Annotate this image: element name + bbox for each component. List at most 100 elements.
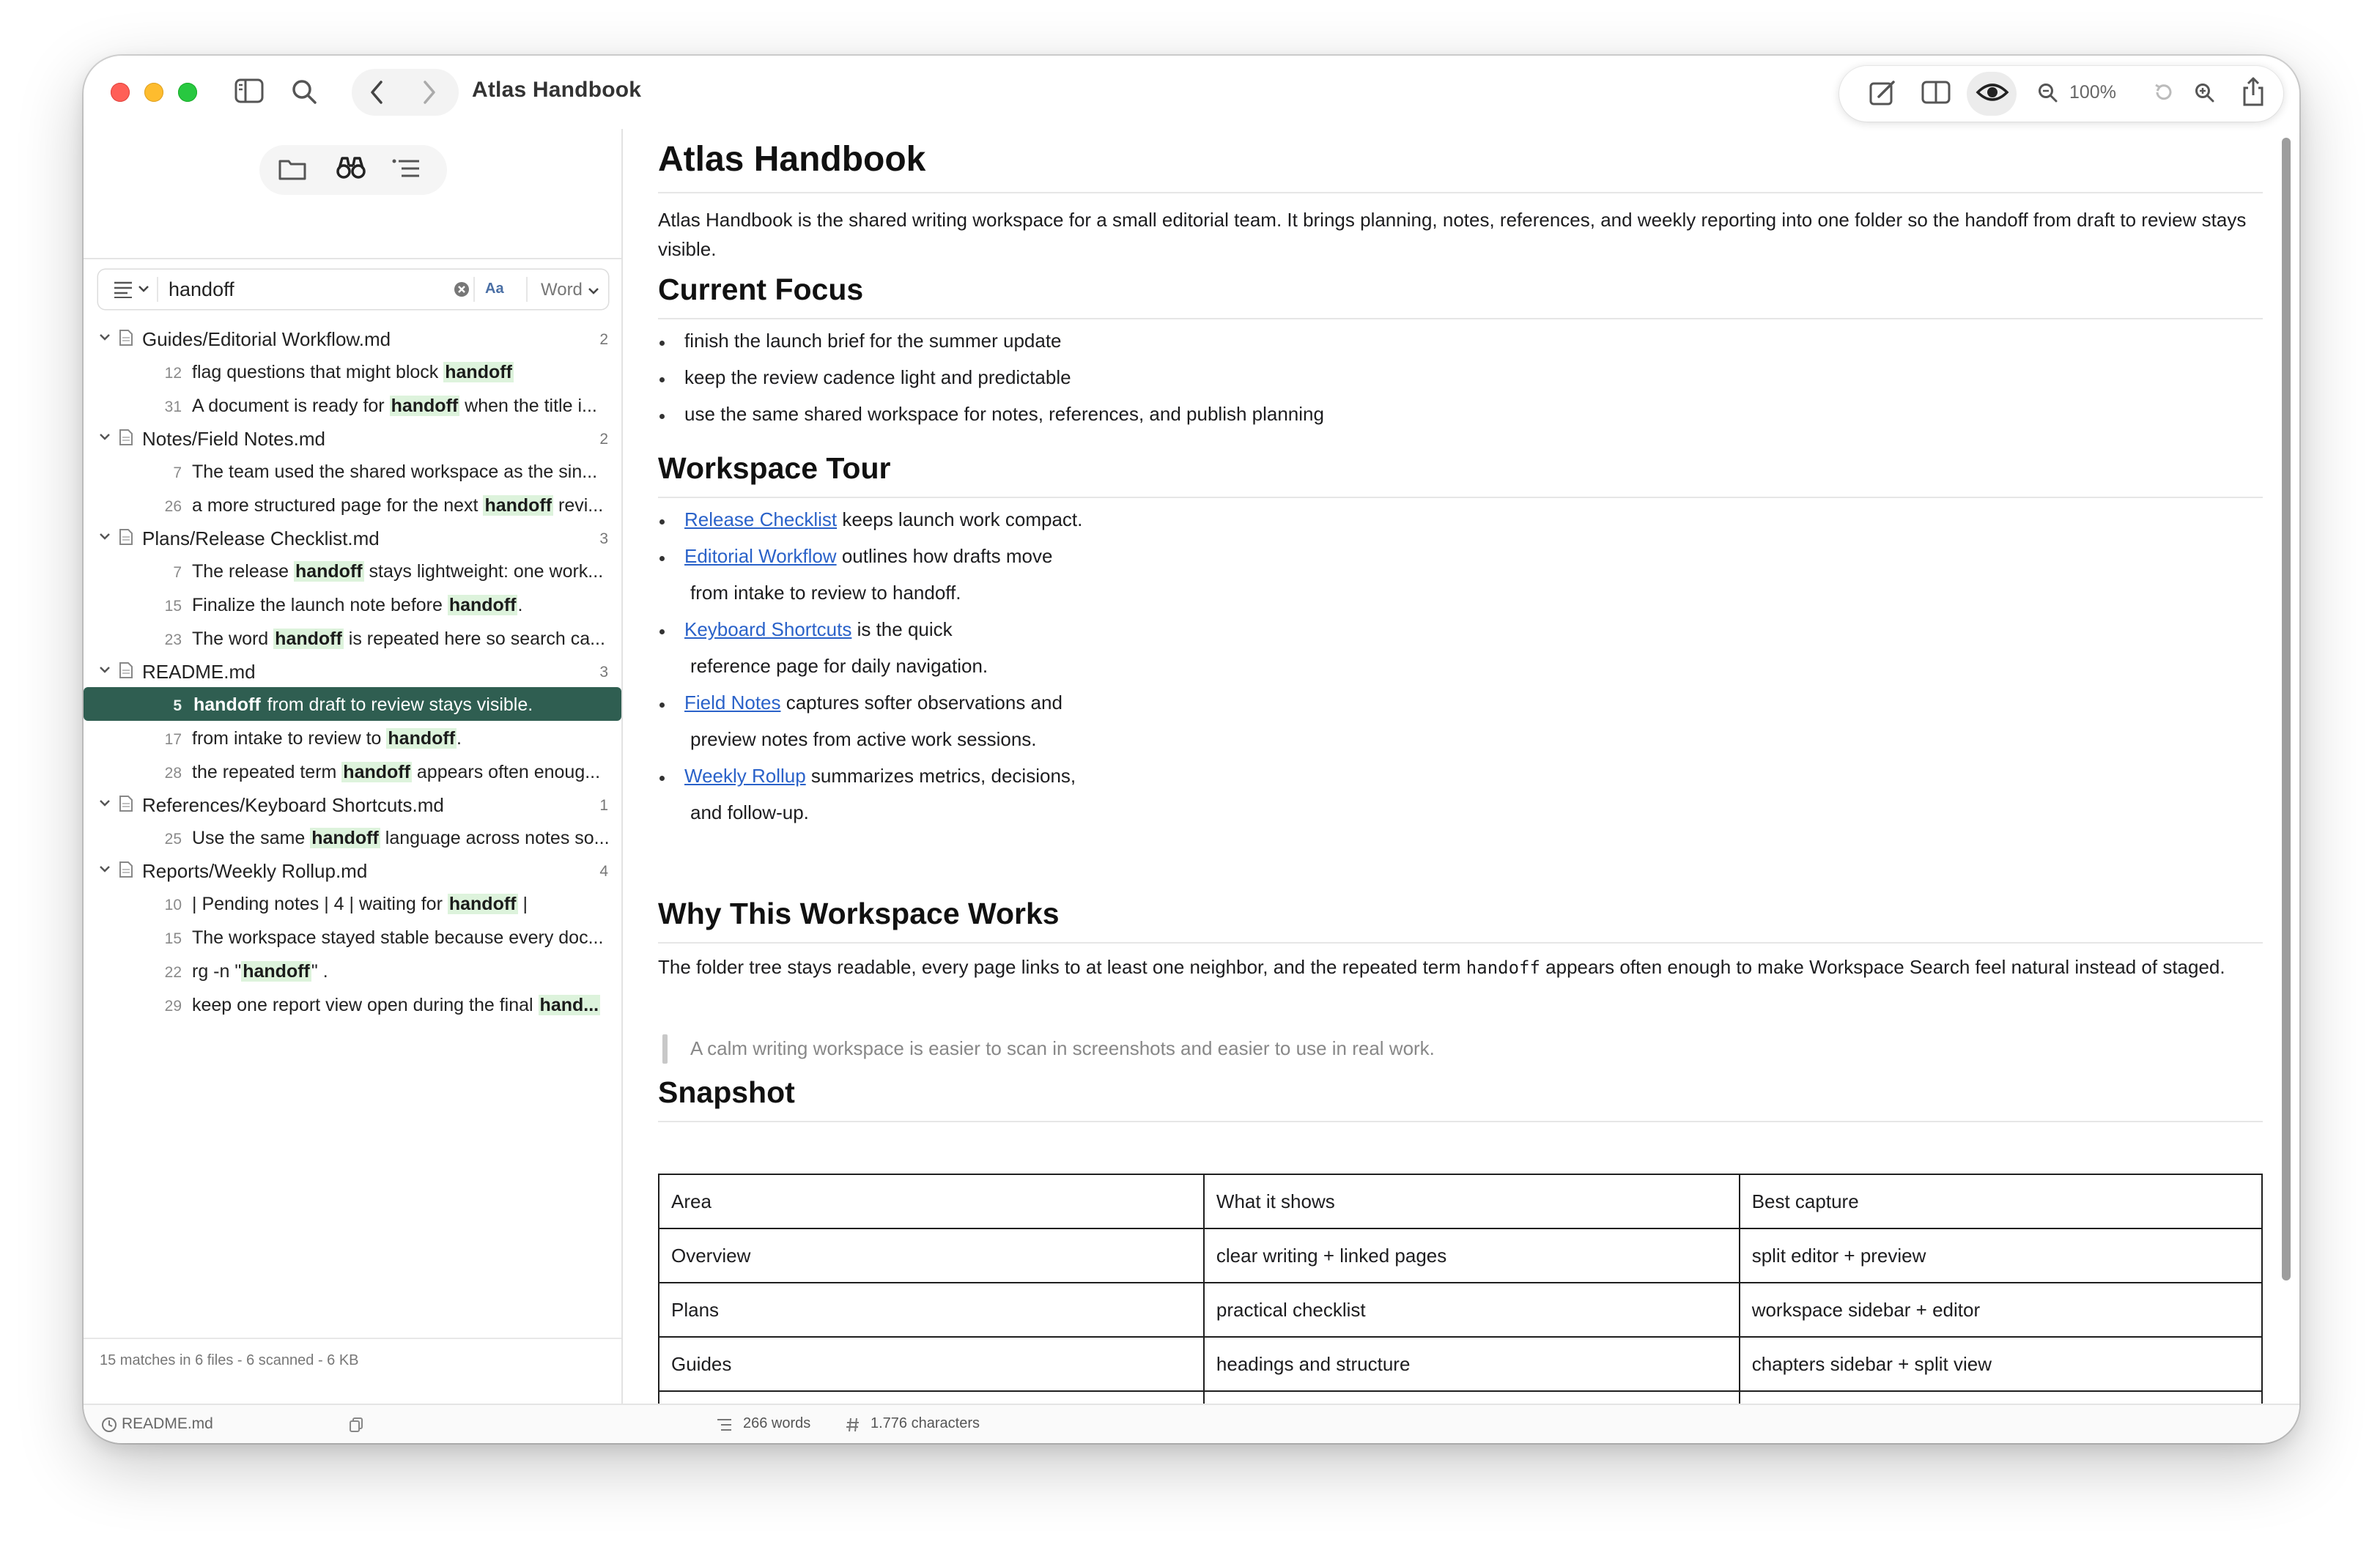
- table-cell: Overview: [658, 1228, 1205, 1283]
- match-mode-label: Word: [541, 280, 583, 300]
- result-file-row[interactable]: Notes/Field Notes.md 2: [84, 422, 621, 454]
- tour-item-desc: keeps launch work compact.: [837, 508, 1083, 530]
- binoculars-icon[interactable]: [336, 155, 366, 180]
- match-highlight: handoff: [310, 828, 380, 848]
- focus-item-text: keep the review cadence light and predic…: [684, 366, 1071, 388]
- result-match-row[interactable]: 22 rg -n "handoff" .: [84, 954, 621, 987]
- result-file-row[interactable]: Guides/Editorial Workflow.md 2: [84, 322, 621, 355]
- search-divider: [473, 277, 475, 302]
- result-file-name: Plans/Release Checklist.md: [142, 527, 380, 549]
- tour-link[interactable]: Release Checklist: [684, 508, 837, 530]
- result-file-row[interactable]: Reports/Weekly Rollup.md 4: [84, 854, 621, 886]
- tour-link[interactable]: Editorial Workflow: [684, 545, 837, 567]
- clear-icon[interactable]: [453, 281, 470, 298]
- line-number: 23: [164, 631, 182, 648]
- close-window-button[interactable]: [111, 83, 130, 102]
- outline-icon[interactable]: [391, 158, 421, 179]
- line-number: 17: [164, 731, 182, 748]
- status-file-name[interactable]: README.md: [122, 1415, 213, 1433]
- minimize-window-button[interactable]: [144, 83, 163, 102]
- filter-menu-icon[interactable]: [113, 281, 152, 298]
- chevron-down-icon[interactable]: [98, 530, 111, 546]
- match-highlight: handoff: [386, 728, 457, 749]
- table-header-cell: Best capture: [1738, 1174, 2263, 1229]
- chevron-down-icon[interactable]: [98, 663, 111, 680]
- match-text-after: " .: [311, 961, 328, 982]
- blockquote-bar: [662, 1034, 668, 1064]
- line-number: 25: [164, 831, 182, 848]
- chevron-down-icon[interactable]: [98, 796, 111, 813]
- zoom-reset-icon[interactable]: [2153, 82, 2173, 103]
- match-snippet: | Pending notes | 4 | waiting for handof…: [192, 894, 610, 915]
- tour-link[interactable]: Weekly Rollup: [684, 765, 806, 787]
- match-text-after: when the title i...: [459, 396, 597, 416]
- result-count-badge: 2: [599, 431, 608, 448]
- bullet-dot: [659, 776, 665, 781]
- result-match-row[interactable]: 17 from intake to review to handoff.: [84, 721, 621, 755]
- match-text-before: Use the same: [192, 828, 311, 848]
- result-match-row[interactable]: 26 a more structured page for the next ha…: [84, 488, 621, 522]
- result-match-row[interactable]: 15 Finalize the launch note before handof…: [84, 588, 621, 621]
- match-snippet: from intake to review to handoff.: [192, 728, 610, 749]
- result-match-row[interactable]: 7 The team used the shared workspace as t…: [84, 454, 621, 488]
- match-snippet: handoff from draft to review stays visib…: [192, 694, 610, 716]
- result-match-row[interactable]: 23 The word handoff is repeated here so s…: [84, 621, 621, 655]
- result-match-row[interactable]: 25 Use the same handoff language across n…: [84, 820, 621, 854]
- preview-eye-icon[interactable]: [1976, 81, 2009, 104]
- back-icon[interactable]: [366, 79, 388, 105]
- tour-item-text: Editorial Workflow outlines how drafts m…: [684, 545, 1052, 568]
- bullet-dot: [659, 703, 665, 708]
- line-number: 12: [164, 365, 182, 382]
- why-paragraph: The folder tree stays readable, every pa…: [658, 952, 2248, 982]
- tour-item-continuation: reference page for daily navigation.: [690, 655, 988, 677]
- result-file-row[interactable]: Plans/Release Checklist.md 3: [84, 522, 621, 554]
- result-match-row[interactable]: 12 flag questions that might block handof…: [84, 355, 621, 388]
- chevron-down-icon[interactable]: [98, 330, 111, 347]
- share-icon[interactable]: [2241, 76, 2266, 107]
- result-match-row[interactable]: 7 The release handoff stays lightweight: …: [84, 554, 621, 588]
- zoom-level: 100%: [2069, 82, 2116, 103]
- result-file-row[interactable]: References/Keyboard Shortcuts.md 1: [84, 788, 621, 820]
- result-match-row[interactable]: 15 The workspace stayed stable because ev…: [84, 920, 621, 954]
- match-snippet: Finalize the launch note before handoff.: [192, 595, 610, 616]
- match-case-toggle[interactable]: Aa: [485, 281, 504, 297]
- tour-item-desc: outlines how drafts move: [836, 545, 1053, 567]
- split-view-icon[interactable]: [1921, 81, 1951, 104]
- copy-icon[interactable]: [349, 1417, 363, 1433]
- tour-item-continuation: and follow-up.: [690, 801, 809, 823]
- result-file-row[interactable]: README.md 3: [84, 655, 621, 687]
- tour-item-text: Field Notes captures softer observations…: [684, 692, 1062, 714]
- folder-icon[interactable]: [278, 157, 306, 180]
- match-text-after: .: [457, 728, 462, 749]
- tour-link[interactable]: Field Notes: [684, 692, 781, 714]
- character-count: 1.776 characters: [871, 1415, 980, 1431]
- result-match-row[interactable]: 29 keep one report view open during the f…: [84, 987, 621, 1021]
- forward-icon[interactable]: [418, 79, 440, 105]
- result-match-row[interactable]: 5 handoff from draft to review stays visi…: [84, 687, 621, 721]
- match-text-before: | Pending notes | 4 | waiting for: [192, 894, 448, 914]
- zoom-in-icon[interactable]: [2194, 82, 2214, 103]
- line-number: 10: [164, 897, 182, 913]
- zoom-window-button[interactable]: [178, 83, 197, 102]
- tour-link[interactable]: Keyboard Shortcuts: [684, 618, 851, 640]
- match-mode-select[interactable]: Word: [541, 280, 599, 300]
- result-match-row[interactable]: 10 | Pending notes | 4 | waiting for hand…: [84, 886, 621, 920]
- table-row: Overview clear writing + linked pages spli…: [658, 1228, 2263, 1283]
- workspace-search-bar: handoff Aa Word: [98, 270, 608, 309]
- bullet-dot: [659, 556, 665, 561]
- chevron-down-icon[interactable]: [98, 862, 111, 879]
- tour-item-text: Weekly Rollup summarizes metrics, decisi…: [684, 765, 1076, 787]
- search-input[interactable]: handoff: [169, 278, 234, 301]
- match-snippet: keep one report view open during the fin…: [192, 995, 610, 1016]
- chevron-down-icon[interactable]: [98, 430, 111, 447]
- result-match-row[interactable]: 31 A document is ready for handoff when t…: [84, 388, 621, 422]
- preview-scrollbar[interactable]: [2282, 138, 2291, 1280]
- zoom-out-icon[interactable]: [2037, 82, 2058, 103]
- search-icon[interactable]: [290, 78, 318, 105]
- result-match-row[interactable]: 28 the repeated term handoff appears ofte…: [84, 755, 621, 788]
- match-text-before: Finalize the launch note before: [192, 595, 448, 615]
- sidebar-toggle-icon[interactable]: [234, 78, 264, 103]
- edit-icon[interactable]: [1869, 79, 1896, 107]
- table-header-cell: What it shows: [1202, 1174, 1740, 1229]
- match-text-before: a more structured page for the next: [192, 495, 484, 516]
